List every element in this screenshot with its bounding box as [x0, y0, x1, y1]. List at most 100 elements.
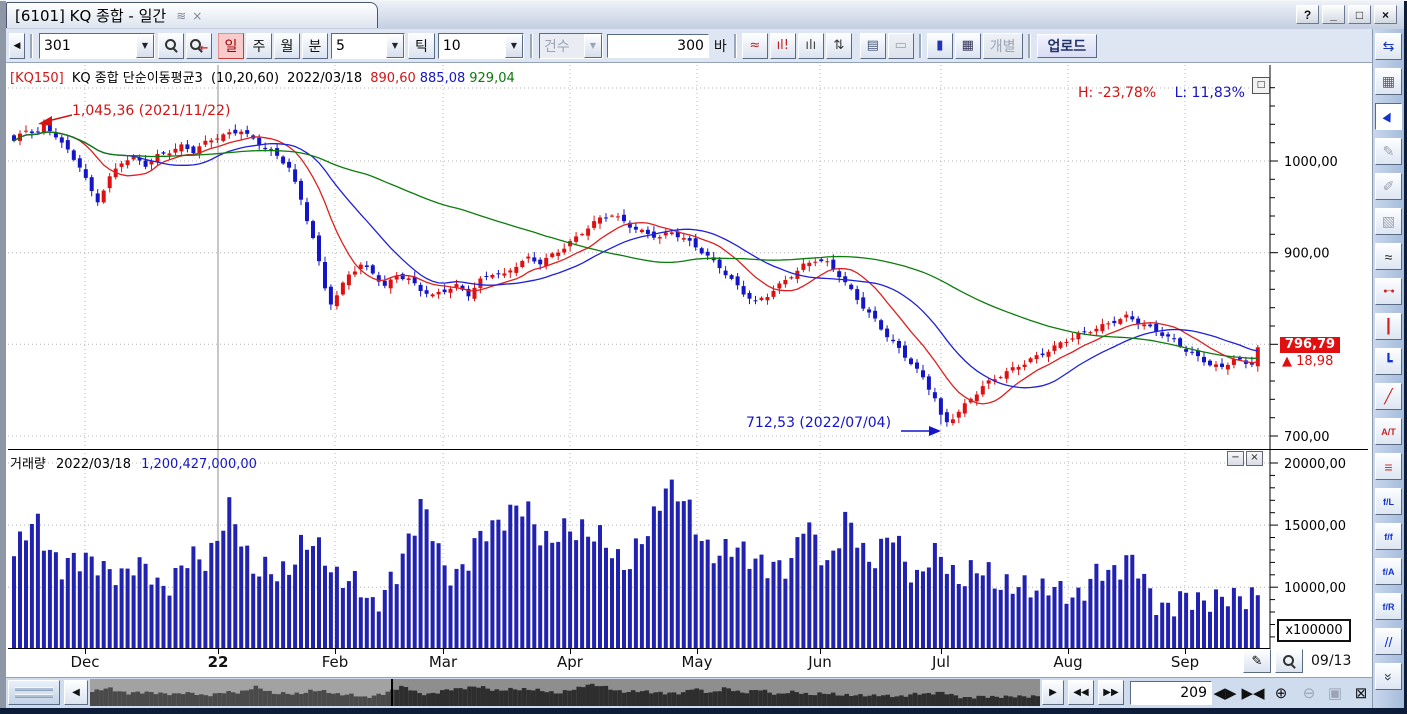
- upload-button[interactable]: 업로드: [1037, 34, 1098, 58]
- volume-chart-svg[interactable]: 20000,0015000,0010000,00: [8, 449, 1368, 649]
- svg-text:700,00: 700,00: [1284, 430, 1330, 445]
- period-button-일[interactable]: 일: [218, 33, 244, 59]
- price-chart-svg[interactable]: 1000,00900,00700,00: [8, 65, 1368, 449]
- fib-range-icon[interactable]: f/R: [1375, 593, 1402, 620]
- report-icon-button[interactable]: ▤: [860, 33, 886, 59]
- fib-retracement-icon[interactable]: ≡: [1375, 453, 1402, 480]
- candle-doc-icon: ▮: [936, 39, 943, 52]
- window-edge-left: [0, 1, 6, 714]
- step-line-icon[interactable]: ┗: [1375, 348, 1402, 375]
- step-line-icon: ┗: [1384, 353, 1392, 370]
- zoom-in-icon[interactable]: ⊕: [1268, 680, 1294, 705]
- chart-icon-group: ≈ ıl! ılı ⇅: [741, 33, 853, 59]
- axis-tools: ✎ 09/13: [1243, 649, 1351, 673]
- candle-pattern-icon[interactable]: ▦: [1375, 68, 1402, 95]
- zoom-tool-button[interactable]: [1275, 649, 1303, 673]
- tab-title: [6101] KQ 종합 - 일간: [15, 5, 166, 26]
- fib-retracement-icon: ≡: [1384, 459, 1392, 475]
- collapse-bars-icon[interactable]: ▶◀: [1240, 680, 1266, 705]
- tick-button[interactable]: 틱: [408, 33, 435, 59]
- x-axis-label: Mar: [421, 653, 465, 671]
- vertical-line-icon[interactable]: ┃: [1375, 313, 1402, 340]
- fib-level-icon: f/L: [1383, 497, 1394, 507]
- more-tools-icon[interactable]: »: [1375, 663, 1402, 690]
- scroll-row: ◀ ▶◀◀▶▶ ◀▶▶◀⊕⊖▣⊠: [6, 677, 1372, 708]
- chevron-down-icon[interactable]: ▼: [136, 34, 154, 58]
- scroll-grip-handle[interactable]: [8, 680, 60, 705]
- tick-combo[interactable]: 10 ▼: [438, 33, 524, 59]
- tv-icon: ▭: [895, 39, 907, 52]
- bar-count-input[interactable]: [607, 34, 709, 58]
- scroll-back-button[interactable]: ◀: [9, 33, 25, 59]
- main-toolbar: ◀ 301 ▼ ← 일주월분 5 ▼ 틱 10 ▼ 건수 ▼ 바 ≈ıl!ılı…: [6, 29, 1372, 63]
- symbol-code: [KQ150]: [10, 71, 64, 86]
- candle-doc-icon-button[interactable]: ▮: [927, 33, 953, 59]
- price-line-icon-button[interactable]: ≈: [742, 33, 768, 59]
- modify-line-icon: ✐: [1375, 173, 1402, 200]
- fib-arc-icon[interactable]: f/A: [1375, 558, 1402, 585]
- scroll-right-icon[interactable]: ▶: [1042, 680, 1064, 705]
- tab-icon-group: ≋×: [176, 9, 202, 23]
- fit-screen-icon: ▣: [1322, 680, 1348, 705]
- zoom-button[interactable]: [158, 33, 184, 59]
- zoom-reset-button[interactable]: ←: [186, 33, 212, 59]
- close-button[interactable]: ×: [1374, 5, 1397, 24]
- tab-close-icon[interactable]: ×: [192, 9, 202, 23]
- toolbar-separator: [30, 34, 33, 58]
- pointer-icon: ►: [1377, 106, 1399, 127]
- table-icon: ▦: [962, 39, 974, 52]
- bar-position-input[interactable]: [1130, 681, 1212, 705]
- chevron-down-icon[interactable]: ▼: [505, 34, 523, 58]
- bar-unit-label: 바: [714, 36, 727, 56]
- help-button[interactable]: ?: [1296, 5, 1319, 24]
- window-tab[interactable]: [6101] KQ 종합 - 일간 ≋×: [6, 2, 378, 28]
- period-button-주[interactable]: 주: [246, 33, 272, 59]
- table-icon-button[interactable]: ▦: [955, 33, 981, 59]
- chevron-down-icon[interactable]: ▼: [386, 34, 404, 58]
- refresh-icon[interactable]: ⇆: [1375, 33, 1402, 60]
- parallel-line-icon[interactable]: //: [1375, 628, 1402, 655]
- minimize-button[interactable]: _: [1322, 5, 1345, 24]
- trend-line-icon[interactable]: ╱: [1375, 383, 1402, 410]
- fib-level-icon[interactable]: f/L: [1375, 488, 1402, 515]
- volume-signal-icon-button[interactable]: ıl!: [770, 33, 796, 59]
- pointer-icon[interactable]: ►: [1375, 103, 1402, 130]
- candle-pattern-icon: ▦: [1382, 73, 1395, 90]
- pencil-tool-button[interactable]: ✎: [1243, 649, 1271, 673]
- bar-chart-icon-button[interactable]: ılı: [798, 33, 824, 59]
- svg-text:900,00: 900,00: [1284, 247, 1330, 262]
- panel-maximize-button[interactable]: □: [1252, 77, 1270, 94]
- panel-close-button[interactable]: ×: [1246, 451, 1263, 466]
- chart-code-combo[interactable]: 301 ▼: [39, 33, 155, 59]
- period-button-분[interactable]: 분: [302, 33, 328, 59]
- fib-range-icon: f/R: [1383, 602, 1395, 612]
- page-left-icon[interactable]: ◀◀: [1068, 680, 1094, 705]
- close-panel-icon[interactable]: ⊠: [1348, 680, 1374, 705]
- zoom-out-icon: ⊖: [1296, 680, 1322, 705]
- expand-bars-icon[interactable]: ◀▶: [1212, 680, 1238, 705]
- ma-values: 890,60885,08929,04: [370, 71, 519, 86]
- high-percent-label: H: -23,78%: [1078, 85, 1156, 101]
- sort-updown-icon-button[interactable]: ⇅: [826, 33, 852, 59]
- panel-minimize-button[interactable]: −: [1227, 451, 1244, 466]
- auto-trend-icon[interactable]: A/T: [1375, 418, 1402, 445]
- chart-minimap[interactable]: [90, 679, 1040, 706]
- auto-trend-icon: A/T: [1381, 427, 1396, 437]
- tv-icon-button: ▭: [888, 33, 914, 59]
- minute-combo[interactable]: 5 ▼: [331, 33, 405, 59]
- bar-chart-icon: ılı: [805, 39, 816, 52]
- x-axis-label: Apr: [548, 653, 592, 671]
- volume-signal-icon: ıl!: [777, 39, 789, 52]
- scroll-left-button[interactable]: ◀: [64, 680, 88, 705]
- zigzag-line-icon[interactable]: ≈: [1375, 243, 1402, 270]
- zigzag-line-icon: ≈: [1385, 249, 1393, 265]
- maximize-button[interactable]: □: [1348, 5, 1371, 24]
- x-axis-label: Dec: [63, 653, 107, 671]
- svg-text:20000,00: 20000,00: [1284, 457, 1346, 472]
- period-button-월[interactable]: 월: [274, 33, 300, 59]
- fib-fan-icon[interactable]: f/f: [1375, 523, 1402, 550]
- ma-value: 885,08: [420, 71, 466, 86]
- trend-line-icon: ╱: [1384, 388, 1392, 405]
- page-right-icon[interactable]: ▶▶: [1098, 680, 1124, 705]
- horizontal-line-icon[interactable]: ●─●: [1375, 278, 1402, 305]
